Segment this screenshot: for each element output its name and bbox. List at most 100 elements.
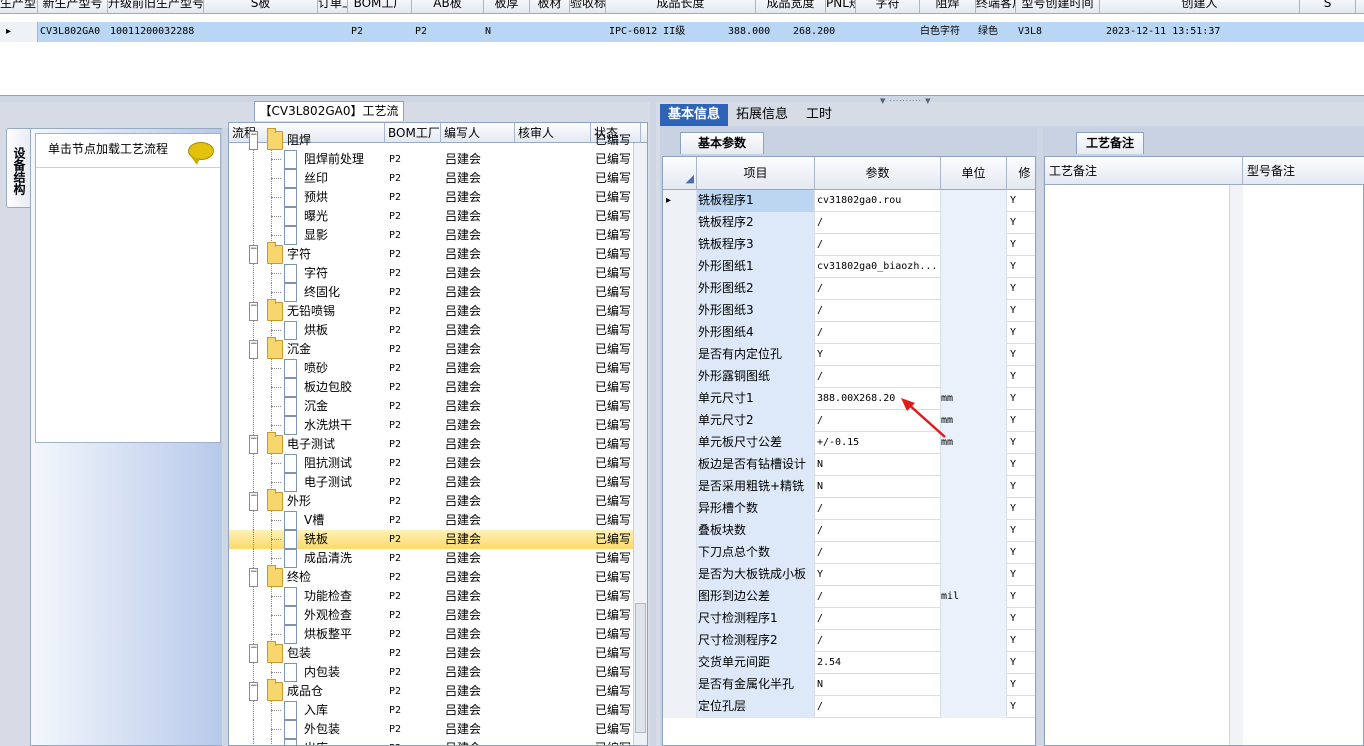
top-cell[interactable]: V3L8 bbox=[1018, 22, 1102, 42]
param-value[interactable]: / bbox=[815, 366, 941, 388]
process-step-name[interactable]: 水洗烘干 bbox=[304, 416, 352, 435]
process-step-name[interactable]: 铣板 bbox=[304, 530, 328, 549]
process-row[interactable]: − 电子测试 P2 吕建会 已编写 bbox=[229, 432, 635, 454]
remarks-scrollbar[interactable] bbox=[1229, 185, 1243, 745]
param-value[interactable]: N bbox=[815, 454, 941, 476]
process-step-name[interactable]: 内包装 bbox=[304, 663, 340, 682]
process-group-name[interactable]: 阻焊 bbox=[287, 131, 311, 150]
process-row[interactable]: 出库 P2 吕建会 已编写 bbox=[229, 739, 635, 745]
device-tree-box[interactable]: 单击节点加载工艺流程 bbox=[35, 133, 221, 443]
process-scrollbar[interactable] bbox=[633, 143, 647, 745]
scrollbar-thumb[interactable] bbox=[635, 603, 646, 733]
top-cell[interactable] bbox=[1302, 22, 1358, 42]
process-row[interactable]: 显影 P2 吕建会 已编写 bbox=[229, 226, 635, 245]
param-value[interactable]: N bbox=[815, 476, 941, 498]
process-row[interactable]: − 外形 P2 吕建会 已编写 bbox=[229, 489, 635, 511]
params-rows[interactable]: ▸ 铣板程序1 cv31802ga0.rou Y 铣板程序2/Y 铣板程序3/Y 外形图纸1… bbox=[663, 190, 1035, 718]
param-row[interactable]: 板边是否有钻槽设计 N Y bbox=[663, 454, 1035, 476]
param-row[interactable]: 单元尺寸1 388.00X268.20 mm Y bbox=[663, 388, 1035, 410]
param-row[interactable]: 尺寸检测程序1/ Y bbox=[663, 608, 1035, 630]
process-step-name[interactable]: 阻焊前处理 bbox=[304, 150, 364, 169]
process-row[interactable]: 外观检查 P2 吕建会 已编写 bbox=[229, 606, 635, 625]
process-row[interactable]: 丝印 P2 吕建会 已编写 bbox=[229, 169, 635, 188]
process-group-name[interactable]: 终检 bbox=[287, 568, 311, 587]
process-row[interactable]: 阻焊前处理 P2 吕建会 已编写 bbox=[229, 150, 635, 169]
collapse-toggle-icon[interactable]: − bbox=[249, 568, 258, 587]
collapse-toggle-icon[interactable]: − bbox=[249, 682, 258, 701]
process-step-name[interactable]: 外包装 bbox=[304, 720, 340, 739]
process-row[interactable]: 字符 P2 吕建会 已编写 bbox=[229, 264, 635, 283]
param-value[interactable]: / bbox=[815, 608, 941, 630]
param-value[interactable]: / bbox=[815, 520, 941, 542]
process-tree-grid[interactable]: 流程 BOM工厂 编写人 核审人 状态 − 阻焊 已编写 阻焊前处理 P2 吕建会 已编写 丝印 P2 吕… bbox=[228, 122, 648, 746]
param-row[interactable]: ▸ 铣板程序1 cv31802ga0.rou Y bbox=[663, 190, 1035, 212]
top-cell[interactable]: CV3L802GA0 bbox=[40, 22, 110, 42]
process-step-name[interactable]: 烘板 bbox=[304, 321, 328, 340]
process-step-name[interactable]: 电子测试 bbox=[304, 473, 352, 492]
process-row[interactable]: 成品清洗 P2 吕建会 已编写 bbox=[229, 549, 635, 568]
param-row[interactable]: 铣板程序3/ Y bbox=[663, 234, 1035, 256]
top-cell[interactable]: N bbox=[485, 22, 531, 42]
process-row[interactable]: 烘板 P2 吕建会 已编写 bbox=[229, 321, 635, 340]
param-value[interactable]: Y bbox=[815, 344, 941, 366]
param-value[interactable]: / bbox=[815, 278, 941, 300]
collapse-toggle-icon[interactable]: − bbox=[249, 435, 258, 454]
process-step-name[interactable]: 外观检查 bbox=[304, 606, 352, 625]
process-step-name[interactable]: 出库 bbox=[304, 739, 328, 745]
process-group-name[interactable]: 包装 bbox=[287, 644, 311, 663]
process-step-name[interactable]: 预烘 bbox=[304, 188, 328, 207]
param-value[interactable]: Y bbox=[815, 564, 941, 586]
top-cell[interactable] bbox=[532, 22, 572, 42]
param-row[interactable]: 单元板尺寸公差 +/-0.15 mm Y bbox=[663, 432, 1035, 454]
top-cell[interactable] bbox=[206, 22, 320, 42]
param-row[interactable]: 外形图纸4/ Y bbox=[663, 322, 1035, 344]
param-value[interactable]: / bbox=[815, 498, 941, 520]
param-row[interactable]: 是否为大板铣成小板 Y Y bbox=[663, 564, 1035, 586]
param-value[interactable]: / bbox=[815, 542, 941, 564]
param-value[interactable]: / bbox=[815, 234, 941, 256]
process-row[interactable]: V槽 P2 吕建会 已编写 bbox=[229, 511, 635, 530]
param-row[interactable]: 外形图纸1 cv31802ga0_biaozh... Y bbox=[663, 256, 1035, 278]
top-cell[interactable]: 10011200032288 bbox=[110, 22, 206, 42]
process-rows[interactable]: − 阻焊 已编写 阻焊前处理 P2 吕建会 已编写 丝印 P2 吕建会 已编写 预烘 P2 吕建会 已编写曝… bbox=[229, 128, 635, 745]
process-row[interactable]: 内包装 P2 吕建会 已编写 bbox=[229, 663, 635, 682]
top-cell[interactable]: P2 bbox=[351, 22, 415, 42]
process-group-name[interactable]: 外形 bbox=[287, 492, 311, 511]
top-cell[interactable] bbox=[858, 22, 922, 42]
process-row[interactable]: 电子测试 P2 吕建会 已编写 bbox=[229, 473, 635, 492]
process-step-name[interactable]: 烘板整平 bbox=[304, 625, 352, 644]
param-row[interactable]: 异形槽个数 / Y bbox=[663, 498, 1035, 520]
process-step-name[interactable]: 功能检查 bbox=[304, 587, 352, 606]
process-row[interactable]: 曝光 P2 吕建会 已编写 bbox=[229, 207, 635, 226]
process-row[interactable]: 终固化 P2 吕建会 已编写 bbox=[229, 283, 635, 302]
param-row[interactable]: 是否采用粗铣+精铣 N Y bbox=[663, 476, 1035, 498]
process-row[interactable]: 铣板 P2 吕建会 已编写 bbox=[229, 530, 635, 549]
param-row[interactable]: 单元尺寸2/mm Y bbox=[663, 410, 1035, 432]
process-row[interactable]: − 无铅喷锡 P2 吕建会 已编写 bbox=[229, 299, 635, 321]
param-value[interactable]: N bbox=[815, 674, 941, 696]
process-row[interactable]: − 成品仓 P2 吕建会 已编写 bbox=[229, 679, 635, 701]
param-row[interactable]: 下刀点总个数 / Y bbox=[663, 542, 1035, 564]
param-row[interactable]: 外形图纸3/ Y bbox=[663, 300, 1035, 322]
process-row[interactable]: 入库 P2 吕建会 已编写 bbox=[229, 701, 635, 720]
process-row[interactable]: − 终检 P2 吕建会 已编写 bbox=[229, 565, 635, 587]
process-row[interactable]: − 阻焊 已编写 bbox=[229, 128, 635, 150]
collapse-toggle-icon[interactable]: − bbox=[249, 245, 258, 264]
param-value[interactable]: / bbox=[815, 322, 941, 344]
param-value[interactable]: / bbox=[815, 696, 941, 718]
param-row[interactable]: 叠板块数 / Y bbox=[663, 520, 1035, 542]
param-value[interactable]: cv31802ga0_biaozh... bbox=[815, 256, 941, 278]
process-group-name[interactable]: 电子测试 bbox=[287, 435, 335, 454]
process-row[interactable]: 沉金 P2 吕建会 已编写 bbox=[229, 397, 635, 416]
process-step-name[interactable]: 喷砂 bbox=[304, 359, 328, 378]
top-cell[interactable]: 388.000 bbox=[728, 22, 798, 42]
remarks-grid[interactable]: 工艺备注 型号备注 bbox=[1044, 156, 1364, 746]
param-value[interactable]: / bbox=[815, 300, 941, 322]
horizontal-splitter[interactable]: ▼ ·········· ▼ bbox=[0, 96, 1364, 105]
param-row[interactable]: 外形露铜图纸 / Y bbox=[663, 366, 1035, 388]
top-cell[interactable] bbox=[572, 22, 608, 42]
param-row[interactable]: 是否有内定位孔 Y Y bbox=[663, 344, 1035, 366]
right-splitter[interactable] bbox=[1037, 128, 1043, 746]
process-step-name[interactable]: 丝印 bbox=[304, 169, 328, 188]
param-value[interactable]: cv31802ga0.rou bbox=[815, 190, 941, 212]
